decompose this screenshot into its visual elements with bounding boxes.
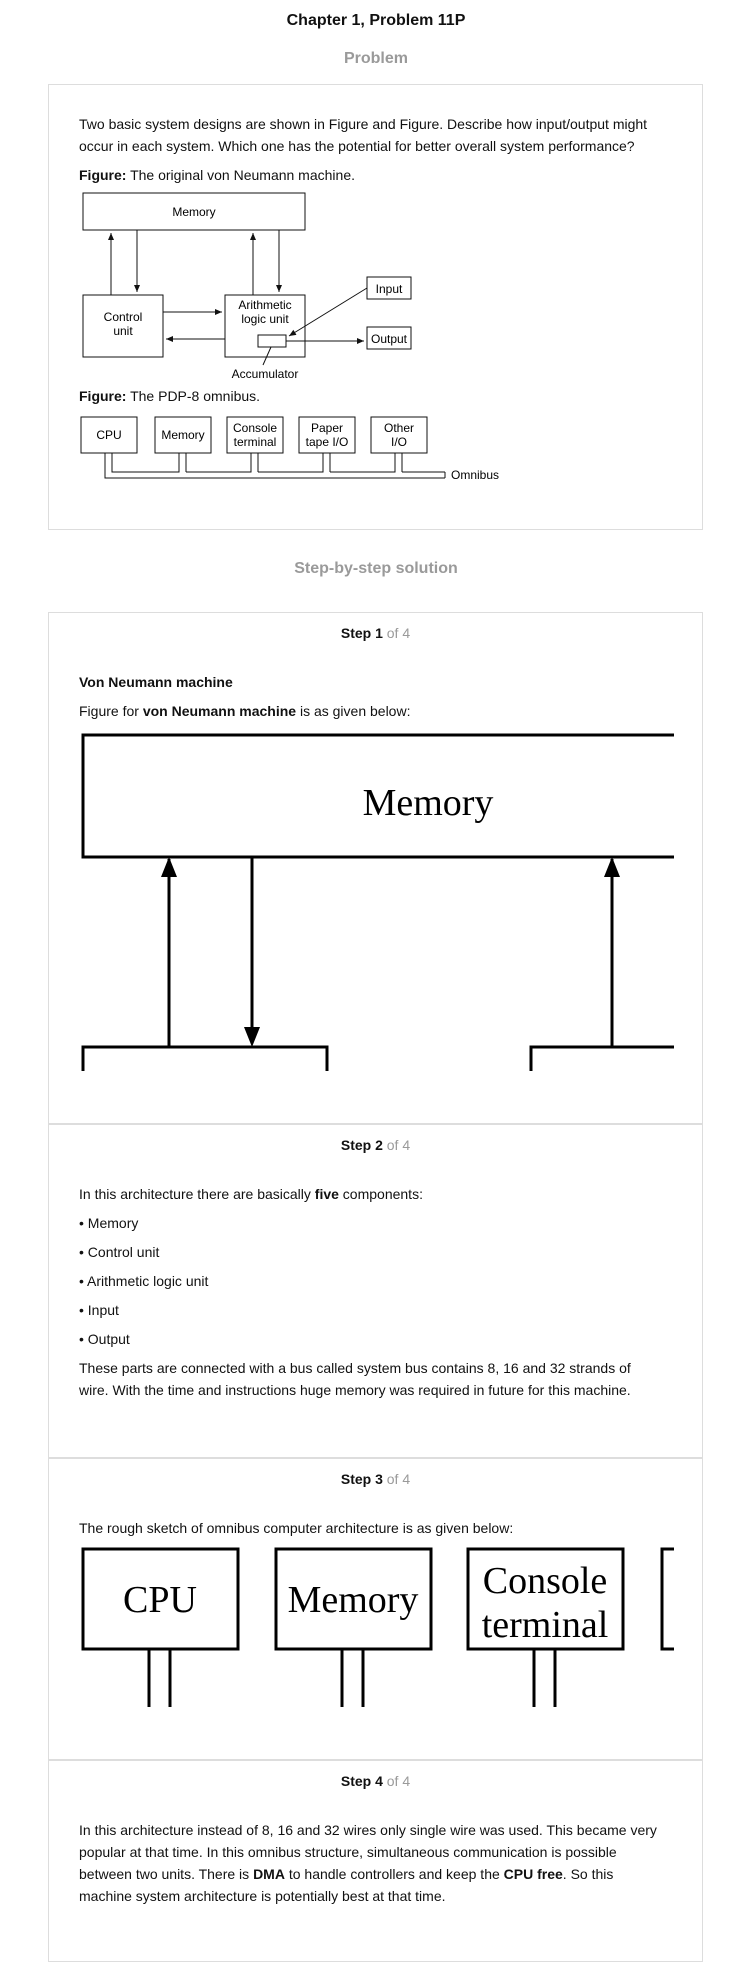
step-3-header: Step 3 of 4 xyxy=(49,1471,702,1487)
step-4-card: Step 4 of 4 In this architecture instead… xyxy=(48,1760,703,1962)
figure2-caption-text: The PDP-8 omnibus. xyxy=(126,388,261,404)
step-2-intro-bold: five xyxy=(314,1186,339,1202)
step-1-text: Figure for von Neumann machine is as giv… xyxy=(79,700,410,722)
step-1-header: Step 1 of 4 xyxy=(49,625,702,641)
step-4-line3: between two units. There is DMA to handl… xyxy=(79,1863,694,1885)
vn-accumulator-label: Accumulator xyxy=(232,367,299,381)
pdp-cpu-label: CPU xyxy=(96,428,121,442)
step-4-line1: In this architecture instead of 8, 16 an… xyxy=(79,1822,657,1838)
pdp8-omnibus-diagram: CPU Memory Console terminal Paper tape I… xyxy=(80,416,499,482)
step-3-omnibus-diagram: CPU Memory Console terminal xyxy=(81,1547,674,1707)
step-1-label: Step 1 xyxy=(340,625,383,641)
pdp-paper-label-1: Paper xyxy=(311,421,343,435)
step-2-bullet: • Control unit xyxy=(79,1244,160,1260)
step-4-label: Step 4 xyxy=(340,1773,383,1789)
step-2-intro: In this architecture there are basically… xyxy=(79,1183,689,1205)
step-2-header: Step 2 of 4 xyxy=(49,1137,702,1153)
vn-alu-label-2: logic unit xyxy=(241,312,289,326)
problem-heading: Problem xyxy=(343,50,408,67)
vn-alu-label-1: Arithmetic xyxy=(238,298,291,312)
step-2-intro-pre: In this architecture there are basically xyxy=(79,1186,315,1202)
step-2-para-line1: These parts are connected with a bus cal… xyxy=(79,1360,631,1376)
step-2-bullet: • Input xyxy=(79,1302,119,1318)
problem-question-line2: occur in each system. Which one has the … xyxy=(79,138,635,154)
step-4-line4: machine system architecture is potential… xyxy=(79,1888,446,1904)
step-4-line3-post: . So this xyxy=(562,1866,614,1882)
vn-input-label: Input xyxy=(376,282,403,296)
step-3-of: of 4 xyxy=(382,1471,411,1487)
pdp-omnibus-label: Omnibus xyxy=(451,468,499,482)
figure1-label: Figure: xyxy=(79,167,127,183)
problem-card: Two basic system designs are shown in Fi… xyxy=(48,84,703,530)
step-1-title: Von Neumann machine xyxy=(79,674,233,690)
step-2-intro-post: components: xyxy=(338,1186,423,1202)
step-2-bullet: • Output xyxy=(79,1331,130,1347)
figure2-caption: Figure: The PDP-8 omnibus. xyxy=(79,385,679,407)
step-4-cpu-free: CPU free xyxy=(503,1866,563,1882)
step-1-text-bold: von Neumann machine xyxy=(142,703,297,719)
pdp-paper-label-2: tape I/O xyxy=(306,435,349,449)
step-1-text-pre: Figure for xyxy=(79,703,143,719)
pdp-console-label-2: terminal xyxy=(234,435,277,449)
solution-heading: Step-by-step solution xyxy=(294,560,458,577)
step-2-para-line2: wire. With the time and instructions hug… xyxy=(79,1382,631,1398)
vn-accumulator-box xyxy=(257,334,287,348)
figure1-caption-text: The original von Neumann machine. xyxy=(126,167,355,183)
step-4-line3-mid: to handle controllers and keep the xyxy=(284,1866,504,1882)
step-2-bullet: • Memory xyxy=(79,1215,139,1231)
step-3-label: Step 3 xyxy=(340,1471,383,1487)
step-3-console-label-1: Console xyxy=(483,1560,608,1602)
step-1-text-post: is as given below: xyxy=(296,703,411,719)
step-1-of: of 4 xyxy=(382,625,411,641)
step-3-card: Step 3 of 4 The rough sketch of omnibus … xyxy=(48,1458,703,1760)
step-2-of: of 4 xyxy=(382,1137,411,1153)
step-2-label: Step 2 xyxy=(340,1137,383,1153)
step-4-dma: DMA xyxy=(253,1866,285,1882)
step-2-bullet: • Arithmetic logic unit xyxy=(79,1273,209,1289)
pdp-other-label-2: I/O xyxy=(391,435,407,449)
step-4-of: of 4 xyxy=(382,1773,411,1789)
figure1-caption: Figure: The original von Neumann machine… xyxy=(79,164,679,186)
vn-control-label-1: Control xyxy=(104,310,143,324)
vn-control-label-2: unit xyxy=(113,324,133,338)
step-4-line3-pre: between two units. There is xyxy=(79,1866,254,1882)
pdp-console-label-1: Console xyxy=(233,421,277,435)
step-3-cpu-label: CPU xyxy=(123,1579,197,1621)
vn-memory-label: Memory xyxy=(172,205,215,219)
step-4-line2: popular at that time. In this omnibus st… xyxy=(79,1844,617,1860)
step-3-console-label-2: terminal xyxy=(482,1604,609,1646)
problem-question-line1: Two basic system designs are shown in Fi… xyxy=(79,116,648,132)
step-2-card: Step 2 of 4 In this architecture there a… xyxy=(48,1124,703,1458)
step-4-header: Step 4 of 4 xyxy=(49,1773,702,1789)
page-title: Chapter 1, Problem 11P xyxy=(286,12,466,29)
step-1-vn-diagram: Memory xyxy=(81,733,674,1071)
step-3-text: The rough sketch of omnibus computer arc… xyxy=(79,1520,514,1536)
vn-output-label: Output xyxy=(371,332,408,346)
pdp-memory-label: Memory xyxy=(161,428,204,442)
pdp-other-label-1: Other xyxy=(384,421,414,435)
figure2-label: Figure: xyxy=(79,388,127,404)
step-1-memory-label: Memory xyxy=(363,782,494,824)
step-3-memory-label: Memory xyxy=(288,1579,419,1621)
von-neumann-diagram: Memory Control unit Arithmetic logic uni… xyxy=(82,192,412,381)
step-1-card: Step 1 of 4 Von Neumann machine Figure f… xyxy=(48,612,703,1124)
